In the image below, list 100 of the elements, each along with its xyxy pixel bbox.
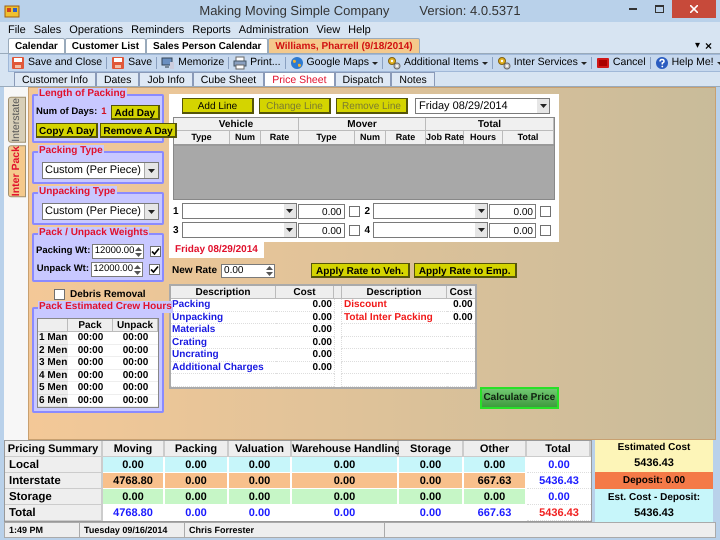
action-button[interactable]: Apply Rate to Veh. <box>311 263 410 278</box>
table-cell: 0.00 <box>527 457 591 473</box>
group-title: Pack Estimated Crew Hours <box>38 301 173 313</box>
table-cell: Additional Charges <box>171 362 276 374</box>
menu-item[interactable]: Reports <box>192 22 231 38</box>
weight-field[interactable]: 12000.00 <box>92 244 144 259</box>
checkbox[interactable] <box>348 224 360 236</box>
days-count: 1 <box>101 105 107 120</box>
amount-field[interactable]: 0.00 <box>489 222 536 238</box>
column-header: Moving <box>103 441 165 457</box>
toolbar-button[interactable]: Inter Services <box>494 55 589 71</box>
checkbox[interactable] <box>150 246 162 257</box>
toolbar-button[interactable]: Cancel <box>594 55 648 71</box>
table-cell: Total Inter Packing <box>342 312 447 324</box>
packing-type-dropdown[interactable]: Custom (Per Piece) <box>42 162 159 179</box>
close-button[interactable] <box>672 0 716 18</box>
table-cell: 0.00 <box>464 457 527 473</box>
table-cell: 0.00 <box>292 489 399 505</box>
document-tab[interactable]: Calendar <box>8 38 65 53</box>
slot-dropdown[interactable] <box>182 203 297 219</box>
document-tab[interactable]: Williams, Pharrell (9/18/2014) <box>268 38 420 53</box>
header-cell <box>38 319 68 332</box>
amount-field[interactable]: 0.00 <box>489 204 536 218</box>
close-tab-button[interactable]: × <box>704 39 712 53</box>
unpacking-type-dropdown[interactable]: Custom (Per Piece) <box>42 203 159 220</box>
toolbar-button[interactable]: Save and Close <box>9 55 104 71</box>
spinner-icon[interactable] <box>265 264 274 276</box>
page-tab[interactable]: Dates <box>96 72 140 86</box>
action-button[interactable]: Copy A Day <box>36 123 98 138</box>
page-tab[interactable]: Customer Info <box>14 72 96 86</box>
page-tab[interactable]: Job Info <box>139 72 193 86</box>
document-tab[interactable]: Customer List <box>64 38 146 53</box>
page-tab[interactable]: Cube Sheet <box>192 72 264 86</box>
column-header: Packing <box>165 441 229 457</box>
toolbar-button[interactable]: Google Maps <box>288 55 380 71</box>
spinner-icon[interactable] <box>133 264 142 276</box>
action-button[interactable]: Add Day <box>110 105 160 120</box>
toolbar-button[interactable]: Print... <box>231 55 283 71</box>
caret-icon <box>286 209 294 213</box>
toolbar-button[interactable]: Save <box>109 55 154 71</box>
checkbox-label: Debris Removal <box>70 288 146 302</box>
page-tab[interactable]: Notes <box>391 72 435 86</box>
menu-item[interactable]: View <box>316 22 340 38</box>
slot-number: 4 <box>364 224 372 238</box>
slot-dropdown[interactable] <box>373 203 488 219</box>
checkbox[interactable] <box>540 206 551 216</box>
slot-dropdown[interactable] <box>373 222 488 238</box>
column-header: Storage <box>399 441 464 457</box>
table-cell: 0.00 <box>276 362 334 374</box>
caret-icon <box>482 62 488 64</box>
table-cell: Discount <box>342 299 447 312</box>
toolbar-button[interactable]: Additional Items <box>384 55 490 71</box>
caret-icon <box>478 228 485 232</box>
calculate-button[interactable]: Calculate Price <box>480 386 559 408</box>
row-header: Local <box>5 457 103 473</box>
panel-title: Est. Cost - Deposit: <box>606 490 702 505</box>
row-header: 2 Men <box>38 344 68 357</box>
printer-icon <box>233 56 248 70</box>
column-header: Num <box>355 131 386 144</box>
spinner-icon[interactable] <box>134 246 144 258</box>
weight-field[interactable]: 12000.00 <box>91 262 143 277</box>
checkbox[interactable] <box>149 264 160 275</box>
page-tab[interactable]: Price Sheet <box>264 72 335 86</box>
table-cell: 0.00 <box>276 324 334 336</box>
table-cell: Unpacking <box>171 312 276 324</box>
checkbox[interactable] <box>540 224 551 236</box>
table-cell: Crating <box>171 336 276 349</box>
table-cell: Materials <box>171 324 276 336</box>
help-icon <box>654 56 669 70</box>
amount-field[interactable]: 0.00 <box>298 222 344 238</box>
side-tab[interactable]: Interstate <box>8 97 26 143</box>
day-tab[interactable]: Friday 08/29/2014 <box>169 242 264 258</box>
amount-field[interactable]: 0.00 <box>298 204 344 218</box>
column-header: Pack <box>68 319 113 332</box>
checkbox[interactable] <box>348 206 360 216</box>
row-header: Interstate <box>5 473 103 489</box>
menu-item[interactable]: Administration <box>238 22 308 38</box>
toolbar-button[interactable]: Memorize <box>159 55 226 71</box>
document-tab[interactable]: Sales Person Calendar <box>146 38 268 53</box>
menu-item[interactable]: Reminders <box>131 22 184 38</box>
table-cell: 0.00 <box>276 312 334 324</box>
table-cell: 0.00 <box>292 457 399 473</box>
menu-item[interactable]: File <box>8 22 26 38</box>
checkbox[interactable] <box>54 289 65 300</box>
caret-icon <box>580 62 587 64</box>
action-button[interactable]: Add Line <box>182 98 254 114</box>
slot-dropdown[interactable] <box>182 222 297 238</box>
column-header: Hours <box>464 131 503 144</box>
tab-list-button[interactable]: ▾ <box>694 38 700 53</box>
table-cell: 0.00 <box>527 489 591 505</box>
menu-item[interactable]: Operations <box>69 22 124 38</box>
menu-item[interactable]: Sales <box>34 22 62 38</box>
menu-item[interactable]: Help <box>348 22 371 38</box>
column-header: Cost <box>447 286 475 299</box>
page-tab[interactable]: Dispatch <box>334 72 392 86</box>
toolbar-button[interactable]: Help Me! <box>652 55 720 71</box>
action-button[interactable]: Remove A Day <box>100 123 177 138</box>
day-dropdown[interactable]: Friday 08/29/2014 <box>415 98 550 114</box>
action-button[interactable]: Apply Rate to Emp. <box>414 263 516 278</box>
rate-field[interactable]: 0.00 <box>221 264 276 278</box>
